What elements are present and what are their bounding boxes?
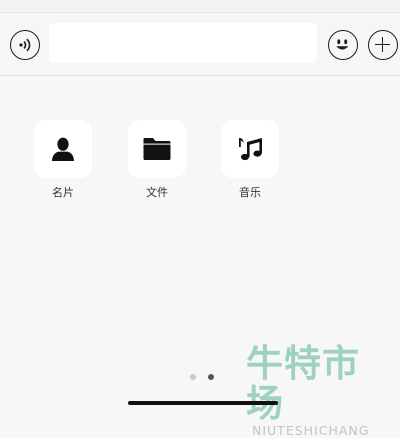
music-label: 音乐 — [239, 186, 261, 199]
voice-input-button[interactable] — [10, 30, 40, 60]
file-tile[interactable] — [128, 120, 186, 178]
business-card-tile[interactable] — [34, 120, 92, 178]
file-label: 文件 — [146, 186, 168, 199]
page-dot[interactable] — [190, 374, 196, 380]
business-card-item[interactable]: 名片 — [34, 120, 92, 200]
person-icon — [52, 137, 74, 161]
watermark: 牛特市场 NIUTESHICHANG — [246, 344, 396, 438]
more-functions-button[interactable] — [368, 30, 398, 60]
smiley-face-icon — [336, 39, 349, 50]
status-strip — [0, 0, 400, 12]
voice-waves-icon — [19, 38, 31, 52]
watermark-subtext: NIUTESHICHANG — [252, 423, 370, 438]
emoji-button[interactable] — [328, 30, 358, 60]
watermark-text: 牛特市场 — [246, 342, 360, 425]
music-note-icon — [239, 138, 262, 161]
message-input[interactable] — [49, 23, 317, 63]
file-item[interactable]: 文件 — [128, 120, 186, 200]
chat-input-bar — [0, 12, 400, 76]
home-indicator[interactable] — [128, 401, 278, 405]
music-tile[interactable] — [221, 120, 279, 178]
page-indicator — [190, 374, 214, 380]
page-dot-active[interactable] — [208, 374, 214, 380]
folder-icon — [143, 138, 171, 160]
business-card-label: 名片 — [52, 186, 74, 199]
music-item[interactable]: 音乐 — [221, 120, 279, 200]
